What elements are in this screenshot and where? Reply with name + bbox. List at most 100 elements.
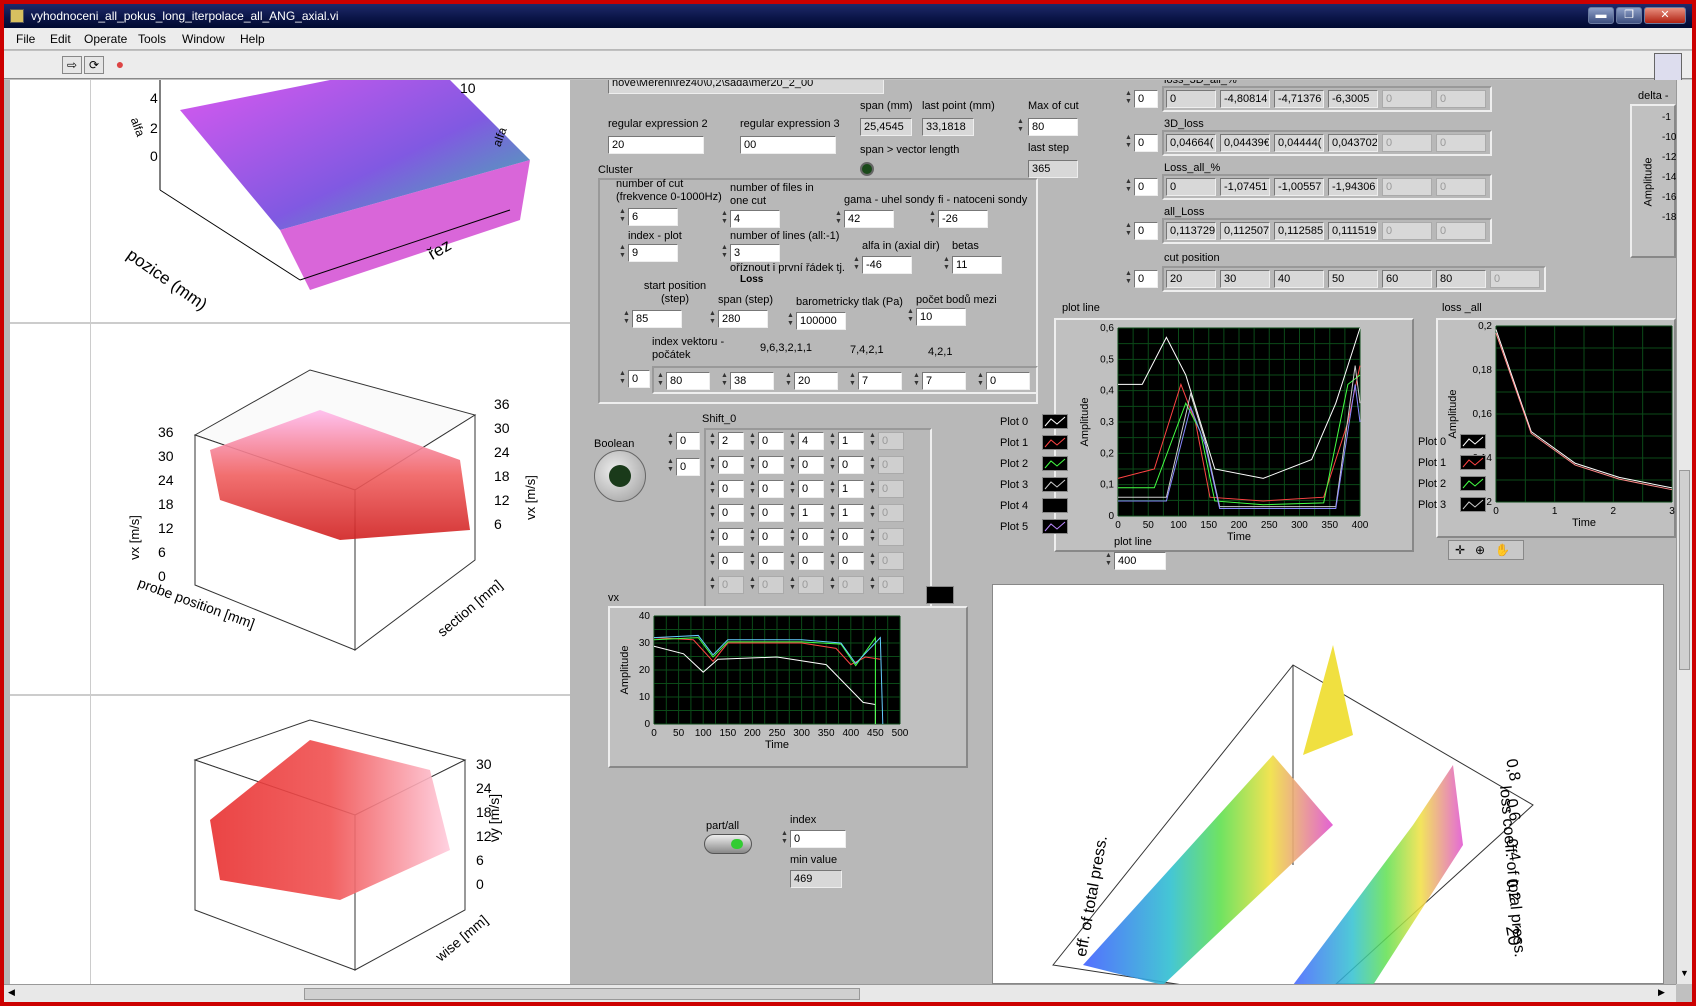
close-button[interactable]: ✕ [1644,7,1686,24]
regex3-input[interactable]: 00 [740,136,836,154]
shift-cell[interactable]: 0 [838,576,864,594]
horizontal-scroll-thumb[interactable] [304,988,860,1000]
shift-cell-spinner[interactable]: ▲ ▼ [708,528,717,546]
index-spinner[interactable]: ▲ ▼ [780,830,789,848]
vector-element[interactable]: 20 [794,372,838,390]
shift-cell[interactable]: 0 [878,576,904,594]
shift-cell[interactable]: 0 [798,528,824,546]
shift-cell[interactable]: 0 [878,456,904,474]
cut-position-index-spinner[interactable]: ▲ ▼ [1124,270,1133,288]
scroll-right-icon[interactable]: ▶ [1658,987,1665,998]
shift-cell[interactable]: 0 [758,456,784,474]
shift-cell-spinner[interactable]: ▲ ▼ [828,504,837,522]
shift-cell-spinner[interactable]: ▲ ▼ [748,480,757,498]
shift-cell[interactable]: 1 [838,432,864,450]
shift-cell[interactable]: 2 [718,432,744,450]
shift-cell-spinner[interactable]: ▲ ▼ [708,480,717,498]
shift-cell-spinner[interactable]: ▲ ▼ [868,552,877,570]
pan-hand-icon[interactable]: ✋ [1495,543,1510,557]
num-cut-spinner[interactable]: ▲ ▼ [618,208,627,226]
legend-swatch[interactable] [1460,455,1486,470]
betas-input[interactable]: 11 [952,256,1002,274]
array-index-spinner[interactable]: ▲ ▼ [1124,222,1133,240]
shift-cell[interactable]: 0 [758,576,784,594]
pocet-input[interactable]: 10 [916,308,966,326]
gama-input[interactable]: 42 [844,210,894,228]
vector-index-spinner[interactable]: ▲ ▼ [618,370,627,388]
shift-idx2-input[interactable]: 0 [676,458,700,476]
menu-operate[interactable]: Operate [84,32,127,46]
alfa-input[interactable]: -46 [862,256,912,274]
num-lines-input[interactable]: 3 [730,244,780,262]
shift-cell[interactable]: 0 [758,528,784,546]
shift-cell[interactable]: 0 [838,528,864,546]
shift-cell-spinner[interactable]: ▲ ▼ [788,528,797,546]
index-plot-spinner[interactable]: ▲ ▼ [618,244,627,262]
run-continuously-icon[interactable]: ⟳ [84,56,104,74]
shift-cell-spinner[interactable]: ▲ ▼ [788,576,797,594]
shift-cell-spinner[interactable]: ▲ ▼ [828,576,837,594]
shift-cell-spinner[interactable]: ▲ ▼ [868,504,877,522]
shift-cell[interactable]: 0 [718,456,744,474]
vector-spinner[interactable]: ▲ ▼ [656,372,665,390]
shift-cell-spinner[interactable]: ▲ ▼ [788,504,797,522]
shift-cell[interactable]: 0 [878,552,904,570]
shift-cell[interactable]: 0 [878,480,904,498]
shift-cell[interactable]: 0 [718,528,744,546]
shift-cell-spinner[interactable]: ▲ ▼ [788,552,797,570]
shift-cell-spinner[interactable]: ▲ ▼ [748,552,757,570]
scroll-down-icon[interactable]: ▼ [1680,968,1689,978]
shift-cell-spinner[interactable]: ▲ ▼ [788,456,797,474]
num-lines-spinner[interactable]: ▲ ▼ [720,244,729,262]
menu-tools[interactable]: Tools [138,32,166,46]
shift-cell[interactable]: 1 [798,504,824,522]
shift-cell-spinner[interactable]: ▲ ▼ [828,528,837,546]
run-arrow-icon[interactable]: ⇨ [62,56,82,74]
shift-cell-spinner[interactable]: ▲ ▼ [828,552,837,570]
plot-line-spinner[interactable]: ▲ ▼ [1104,552,1113,570]
shift-cell[interactable]: 0 [798,576,824,594]
vx-plot-legend-swatch[interactable] [926,586,954,604]
horizontal-scrollbar[interactable]: ◀ ▶ [4,984,1676,1002]
menu-file[interactable]: File [16,32,35,46]
menu-window[interactable]: Window [182,32,225,46]
legend-swatch[interactable] [1460,476,1486,491]
vector-element[interactable]: 0 [986,372,1030,390]
legend-swatch[interactable] [1042,456,1068,471]
shift-cell[interactable]: 0 [718,504,744,522]
baro-spinner[interactable]: ▲ ▼ [786,312,795,330]
shift-cell[interactable]: 0 [758,504,784,522]
shift-idx1-spinner[interactable]: ▲ ▼ [666,432,675,450]
shift-cell-spinner[interactable]: ▲ ▼ [788,432,797,450]
num-files-spinner[interactable]: ▲ ▼ [720,210,729,228]
shift-cell-spinner[interactable]: ▲ ▼ [828,432,837,450]
shift-cell-spinner[interactable]: ▲ ▼ [748,528,757,546]
shift-cell-spinner[interactable]: ▲ ▼ [788,480,797,498]
legend-swatch[interactable] [1042,414,1068,429]
vector-index-input[interactable]: 0 [628,370,650,388]
shift-idx1-input[interactable]: 0 [676,432,700,450]
vector-spinner[interactable]: ▲ ▼ [848,372,857,390]
vector-element[interactable]: 7 [858,372,902,390]
shift-cell[interactable]: 0 [798,552,824,570]
shift-cell[interactable]: 0 [758,552,784,570]
legend-swatch[interactable] [1460,434,1486,449]
shift-cell[interactable]: 1 [838,480,864,498]
shift-cell[interactable]: 0 [718,480,744,498]
vertical-scroll-thumb[interactable] [1679,470,1690,670]
span-step-spinner[interactable]: ▲ ▼ [708,310,717,328]
shift-cell-spinner[interactable]: ▲ ▼ [708,456,717,474]
legend-swatch[interactable] [1042,498,1068,513]
shift-cell[interactable]: 0 [878,528,904,546]
betas-spinner[interactable]: ▲ ▼ [942,256,951,274]
maximize-button[interactable]: ❐ [1616,7,1642,24]
vector-element[interactable]: 7 [922,372,966,390]
shift-cell[interactable]: 0 [758,432,784,450]
shift-cell-spinner[interactable]: ▲ ▼ [748,432,757,450]
shift-cell-spinner[interactable]: ▲ ▼ [868,528,877,546]
fi-input[interactable]: -26 [938,210,988,228]
array-index-spinner[interactable]: ▲ ▼ [1124,178,1133,196]
shift-cell[interactable]: 0 [878,504,904,522]
shift-cell[interactable]: 0 [798,456,824,474]
boolean-button[interactable] [594,450,646,502]
